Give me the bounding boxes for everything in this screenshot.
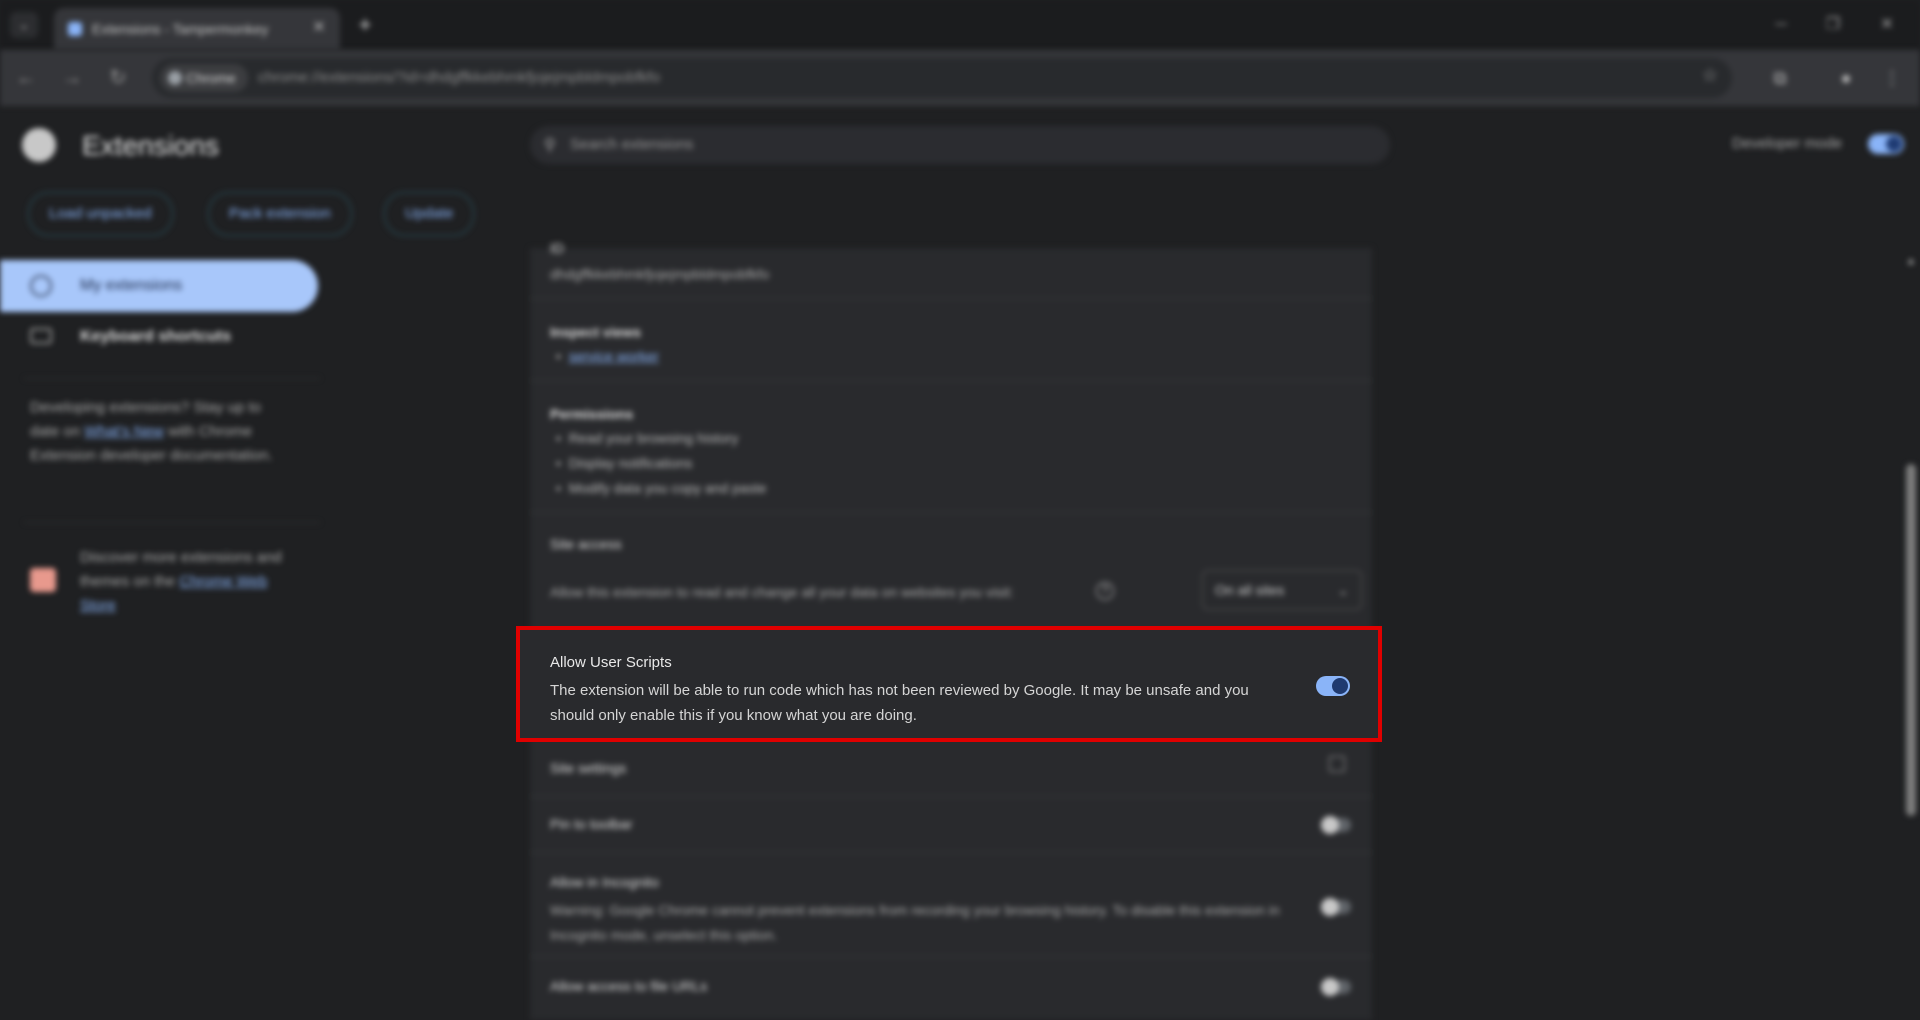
developer-mode-toggle[interactable] — [1868, 134, 1904, 154]
profile-avatar-icon[interactable]: ● — [1834, 66, 1858, 90]
inspect-views-label: Inspect views — [550, 324, 642, 340]
row-divider — [530, 852, 1372, 853]
row-divider — [530, 956, 1372, 957]
allow-user-scripts-title: Allow User Scripts — [550, 654, 672, 671]
tab-title: Extensions - Tampermonkey — [92, 21, 269, 37]
web-store-icon — [30, 568, 56, 592]
allow-user-scripts-toggle[interactable] — [1316, 676, 1350, 696]
id-label: ID — [550, 240, 564, 256]
row-divider — [530, 512, 1372, 513]
extension-favicon-icon — [68, 22, 82, 36]
sidebar-item-my-extensions[interactable]: My extensions — [0, 260, 318, 312]
browser-toolbar: ← → ↻ Chrome chrome://extensions/?id=dhd… — [0, 50, 1920, 106]
pin-to-toolbar-toggle[interactable] — [1321, 816, 1351, 834]
sidebar-divider — [24, 378, 320, 379]
search-input[interactable]: ⚲ Search extensions — [530, 126, 1390, 164]
permission-text: Display notifications — [568, 455, 693, 471]
inspect-views-item: • service worker — [556, 348, 659, 364]
new-tab-button[interactable]: + — [352, 12, 378, 38]
update-button[interactable]: Update — [384, 192, 475, 236]
close-icon[interactable]: ✕ — [308, 17, 330, 39]
menu-kebab-icon[interactable]: ⋮ — [1880, 66, 1904, 90]
extension-id: dhdgffkkebhmkfjojejmpbldmpobfkfo — [550, 266, 770, 282]
minimize-icon[interactable]: ─ — [1766, 12, 1796, 38]
toggle-knob — [1321, 816, 1339, 834]
search-placeholder: Search extensions — [570, 136, 694, 153]
extensions-puzzle-icon[interactable]: ⧉ — [1768, 66, 1792, 90]
scroll-up-icon[interactable]: ▲ — [1906, 256, 1916, 267]
file-urls-label: Allow access to file URLs — [550, 978, 708, 994]
sidebar-item-keyboard-shortcuts[interactable]: Keyboard shortcuts — [0, 316, 318, 360]
site-chip-label: Chrome — [186, 70, 236, 86]
toggle-knob — [1332, 678, 1348, 694]
row-divider — [530, 796, 1372, 797]
help-icon[interactable]: ? — [1096, 582, 1114, 600]
browser-tab[interactable]: Extensions - Tampermonkey ✕ — [54, 8, 340, 50]
sidebar-item-label: Keyboard shortcuts — [80, 328, 232, 345]
site-access-desc: Allow this extension to read and change … — [550, 584, 1014, 600]
search-icon: ⚲ — [544, 137, 556, 154]
allow-user-scripts-desc: The extension will be able to run code w… — [550, 682, 1249, 724]
keyboard-icon — [30, 328, 52, 344]
page-title: Extensions — [82, 130, 219, 161]
web-store-note: Discover more extensions and themes on t… — [80, 546, 300, 618]
extension-icon — [30, 275, 52, 297]
site-chip[interactable]: Chrome — [160, 64, 248, 92]
row-divider — [530, 380, 1372, 381]
permission-item: • Display notifications — [556, 455, 693, 471]
row-divider — [530, 298, 1372, 299]
back-icon[interactable]: ← — [12, 64, 40, 92]
url-text[interactable]: chrome://extensions/?id=dhdgffkkebhmkfjo… — [258, 69, 660, 86]
whats-new-link[interactable]: What's New — [84, 423, 164, 440]
permissions-label: Permissions — [550, 406, 634, 422]
tab-search-button[interactable]: ⌄ — [10, 12, 38, 38]
developer-mode-label: Developer mode — [1732, 135, 1843, 152]
site-access-value: On all sites — [1215, 582, 1285, 598]
site-access-label: Site access — [550, 536, 622, 552]
service-worker-link[interactable]: service worker — [569, 348, 659, 364]
developer-note: Developing extensions? Stay up to date o… — [30, 396, 290, 468]
sidebar-divider — [24, 522, 320, 523]
allow-incognito-toggle[interactable] — [1321, 898, 1351, 916]
pack-extension-button[interactable]: Pack extension — [208, 192, 352, 236]
toggle-knob — [1321, 898, 1339, 916]
bookmark-star-icon[interactable]: ☆ — [1702, 65, 1718, 86]
site-access-select[interactable]: On all sites ⌄ — [1202, 570, 1362, 610]
chevron-down-icon: ⌄ — [1337, 582, 1349, 598]
permission-text: Modify data you copy and paste — [568, 480, 767, 496]
chrome-icon — [168, 71, 182, 85]
allow-user-scripts-row: Allow User Scripts The extension will be… — [516, 626, 1382, 742]
toggle-knob — [1886, 136, 1902, 152]
site-settings-label[interactable]: Site settings — [550, 760, 626, 776]
file-urls-toggle[interactable] — [1321, 978, 1351, 996]
tab-strip: ⌄ Extensions - Tampermonkey ✕ + ─ ❐ ✕ — [0, 0, 1920, 50]
permission-item: • Modify data you copy and paste — [556, 480, 767, 496]
allow-incognito-label: Allow in Incognito — [550, 874, 659, 890]
restore-icon[interactable]: ❐ — [1818, 12, 1848, 38]
extensions-logo-icon — [22, 128, 56, 162]
window-close-icon[interactable]: ✕ — [1872, 12, 1902, 38]
toggle-knob — [1321, 978, 1339, 996]
open-in-new-icon[interactable] — [1329, 756, 1345, 772]
permission-item: • Read your browsing history — [556, 430, 739, 446]
address-bar[interactable]: Chrome chrome://extensions/?id=dhdgffkke… — [152, 58, 1732, 98]
sidebar-item-label: My extensions — [80, 277, 183, 294]
reload-icon[interactable]: ↻ — [104, 64, 132, 92]
pin-to-toolbar-label: Pin to toolbar — [550, 816, 633, 832]
load-unpacked-button[interactable]: Load unpacked — [28, 192, 173, 236]
scrollbar-thumb[interactable] — [1906, 464, 1916, 816]
forward-icon[interactable]: → — [58, 64, 86, 92]
allow-incognito-desc: Warning: Google Chrome cannot prevent ex… — [550, 902, 1280, 943]
permission-text: Read your browsing history — [568, 430, 739, 446]
